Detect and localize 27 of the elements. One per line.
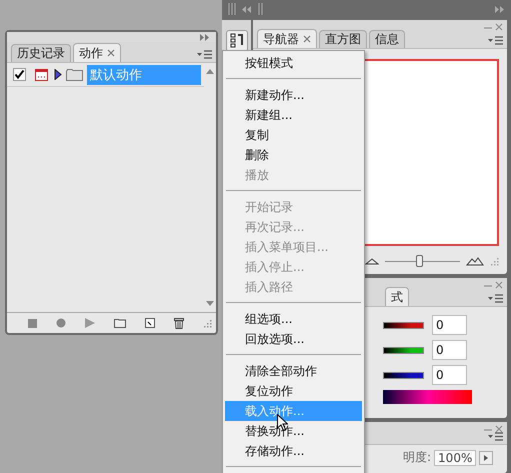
tab-label: 导航器	[263, 30, 299, 48]
panel-tab[interactable]: 导航器	[257, 29, 317, 48]
panel-tab[interactable]: 历史记录	[11, 44, 71, 62]
tab-label: 动作	[79, 44, 103, 62]
panel-tab[interactable]: 信息	[369, 30, 405, 48]
menu-item[interactable]: 清除全部动作	[225, 361, 362, 381]
menu-item[interactable]: 按钮模式	[225, 53, 362, 73]
channel-value-field[interactable]: 0	[432, 315, 467, 335]
panel-tab[interactable]: 式	[385, 287, 409, 306]
menu-item[interactable]: 复制	[225, 125, 362, 145]
menu-item[interactable]: 新建组...	[225, 105, 362, 125]
tab-label: 历史记录	[17, 45, 65, 62]
menu-item[interactable]: 复位动作	[225, 381, 362, 401]
opacity-label: 明度:	[403, 449, 432, 466]
tab-label: 式	[391, 288, 403, 306]
menu-item[interactable]: 新建动作...	[225, 85, 362, 105]
menu-item[interactable]: 删除	[225, 145, 362, 165]
menu-item[interactable]: 组选项...	[225, 309, 362, 329]
panel-tab[interactable]: 动作	[73, 43, 121, 62]
tab-label: 信息	[375, 31, 399, 48]
opacity-field[interactable]: 100%	[434, 450, 476, 466]
menu-item[interactable]: 回放选项...	[225, 329, 362, 349]
channel-value-field[interactable]: 0	[432, 365, 467, 385]
channel-value-field[interactable]: 0	[432, 340, 467, 360]
menu-item[interactable]: 存储动作...	[225, 441, 362, 461]
panel-tab[interactable]: 直方图	[319, 30, 367, 48]
tab-label: 直方图	[325, 31, 361, 48]
